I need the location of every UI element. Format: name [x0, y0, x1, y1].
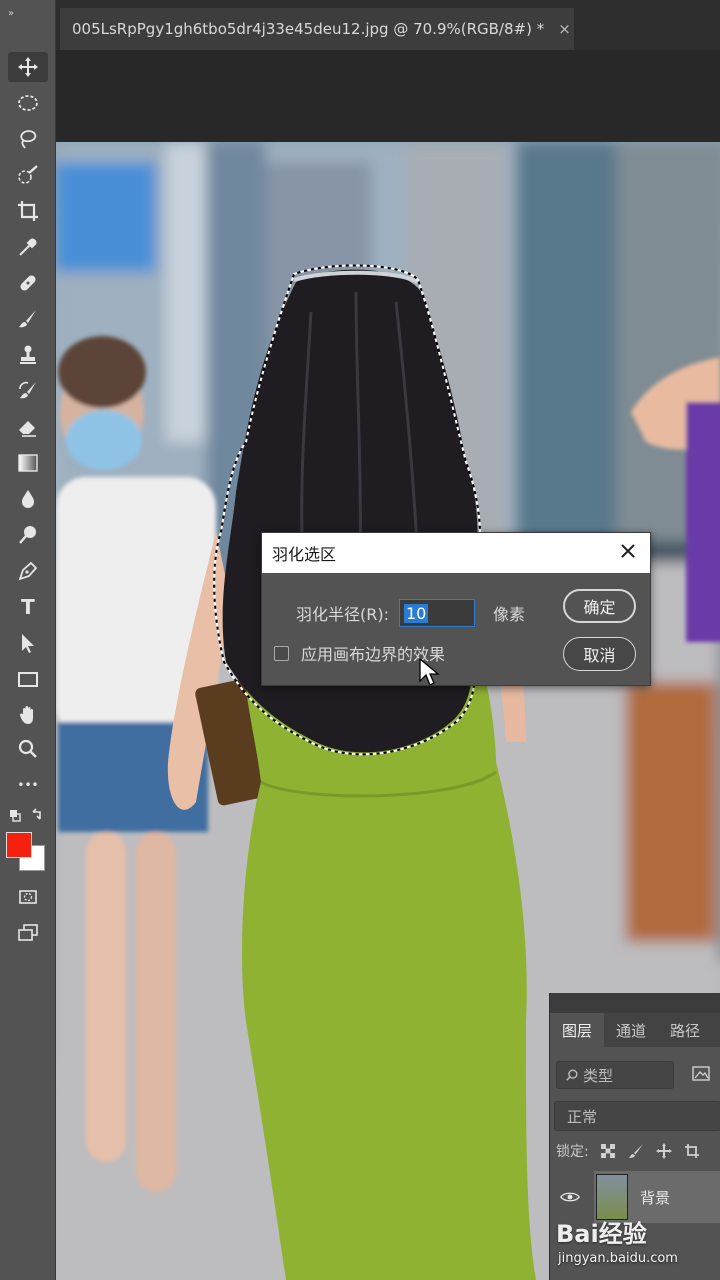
- ok-button[interactable]: 确定: [563, 589, 636, 623]
- quick-mask-icon[interactable]: [8, 882, 48, 912]
- feather-radius-row: 羽化半径(R): 10 像素: [296, 599, 525, 627]
- type-tool-icon[interactable]: T: [8, 592, 48, 622]
- close-tab-icon[interactable]: ×: [558, 20, 571, 38]
- document-tab[interactable]: 005LsRpPgy1gh6tbo5dr4j33e45deu12.jpg @ 7…: [60, 8, 574, 50]
- panel-collapse-icon[interactable]: »: [8, 8, 14, 19]
- document-tab-title: 005LsRpPgy1gh6tbo5dr4j33e45deu12.jpg @ 7…: [72, 20, 545, 38]
- hand-icon[interactable]: [8, 700, 48, 730]
- screen-mode-icon[interactable]: [8, 918, 48, 948]
- feather-radius-input[interactable]: 10: [399, 599, 475, 627]
- brush-icon[interactable]: [8, 304, 48, 334]
- layer-filter-select[interactable]: 类型: [556, 1061, 674, 1089]
- tab-channels[interactable]: 通道: [604, 1013, 658, 1047]
- watermark-url: jingyan.baidu.com: [558, 1251, 678, 1266]
- feather-selection-dialog: 羽化选区 羽化半径(R): 10 像素 应用画布边界的效果 确定 取消: [261, 532, 651, 686]
- mouse-cursor-icon: [419, 657, 440, 686]
- filter-label: 类型: [583, 1066, 614, 1085]
- feather-radius-value: 10: [404, 603, 429, 623]
- dialog-titlebar: 羽化选区: [262, 533, 650, 573]
- layer-name: 背景: [640, 1188, 671, 1207]
- cancel-button[interactable]: 取消: [563, 637, 636, 671]
- feather-radius-label: 羽化半径(R):: [296, 605, 389, 624]
- elliptical-marquee-icon[interactable]: [8, 88, 48, 118]
- more-tools-icon[interactable]: •••: [8, 770, 48, 800]
- tab-paths[interactable]: 路径: [658, 1013, 712, 1047]
- close-dialog-icon[interactable]: [618, 541, 638, 561]
- path-selection-icon[interactable]: [8, 628, 48, 658]
- unit-label: 像素: [493, 605, 526, 624]
- workspace-background: [56, 50, 720, 142]
- dialog-title: 羽化选区: [272, 545, 337, 564]
- gradient-icon[interactable]: [8, 448, 48, 478]
- tools-panel: » T •••: [0, 0, 56, 1280]
- eraser-icon[interactable]: [8, 412, 48, 442]
- quick-select-icon[interactable]: [8, 160, 48, 190]
- lock-position-icon[interactable]: [655, 1142, 673, 1160]
- lock-brush-icon[interactable]: [627, 1142, 645, 1160]
- layer-row-background[interactable]: 背景: [550, 1171, 720, 1223]
- lock-artboard-icon[interactable]: [683, 1142, 701, 1160]
- layer-thumbnail: [596, 1174, 628, 1220]
- healing-brush-icon[interactable]: [8, 268, 48, 298]
- blend-mode-select[interactable]: 正常: [554, 1101, 720, 1131]
- canvas-bounds-checkbox[interactable]: [274, 645, 289, 661]
- image-filter-icon[interactable]: [690, 1063, 712, 1085]
- baidu-watermark: Bai经验 jingyan.baidu.com: [556, 1214, 716, 1274]
- panel-header: [550, 993, 720, 1013]
- lock-row: 锁定:: [556, 1141, 701, 1161]
- zoom-icon[interactable]: [8, 734, 48, 764]
- swap-colors-icon[interactable]: [2, 804, 52, 828]
- lock-pixels-icon[interactable]: [599, 1142, 617, 1160]
- move-tool-icon[interactable]: [8, 52, 48, 82]
- type-glyph: T: [21, 595, 35, 619]
- search-icon: [566, 1069, 578, 1081]
- visibility-eye-icon[interactable]: [550, 1190, 590, 1204]
- dodge-icon[interactable]: [8, 520, 48, 550]
- lock-label: 锁定:: [556, 1144, 589, 1160]
- history-brush-icon[interactable]: [8, 376, 48, 406]
- rectangle-icon[interactable]: [8, 664, 48, 694]
- clone-stamp-icon[interactable]: [8, 340, 48, 370]
- foreground-color-swatch[interactable]: [6, 832, 32, 858]
- document-tab-bar: 005LsRpPgy1gh6tbo5dr4j33e45deu12.jpg @ 7…: [56, 0, 720, 50]
- panel-tabs: 图层 通道 路径: [550, 1013, 720, 1047]
- lasso-icon[interactable]: [8, 124, 48, 154]
- pen-icon[interactable]: [8, 556, 48, 586]
- tab-layers[interactable]: 图层: [550, 1013, 605, 1047]
- crop-icon[interactable]: [8, 196, 48, 226]
- eyedropper-icon[interactable]: [8, 232, 48, 262]
- blur-drop-icon[interactable]: [8, 484, 48, 514]
